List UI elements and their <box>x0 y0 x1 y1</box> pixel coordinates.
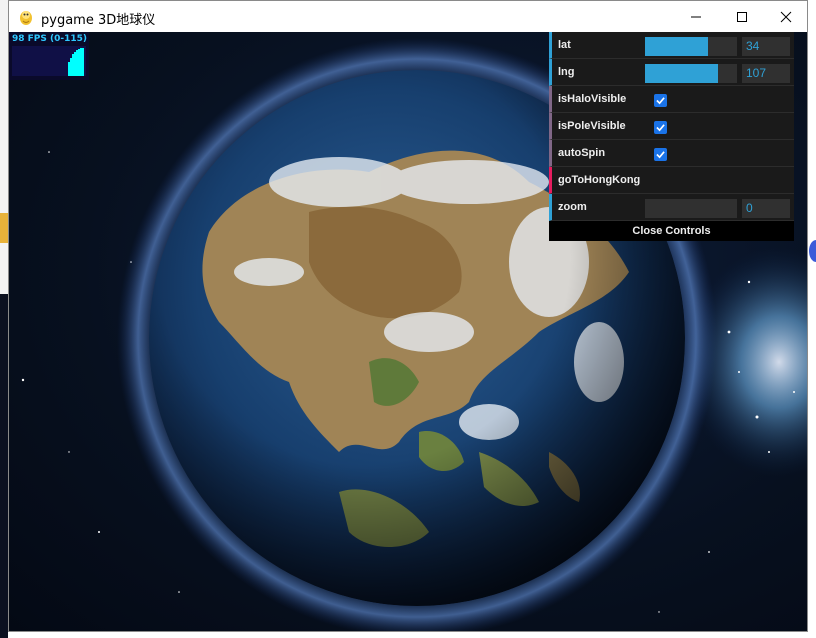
checkmark-icon <box>656 124 665 132</box>
background-app-blue-dot <box>809 240 816 262</box>
minimize-icon <box>691 16 701 17</box>
window-title: pygame 3D地球仪 <box>41 13 156 28</box>
lng-slider[interactable] <box>645 64 737 83</box>
close-icon <box>780 11 792 22</box>
pole-visible-label: isPoleVisible <box>558 120 626 132</box>
lng-slider-fill <box>645 64 718 83</box>
fps-meter[interactable]: 98 FPS (0-115) <box>9 32 89 80</box>
auto-spin-label: autoSpin <box>558 147 606 159</box>
lng-label: lng <box>558 66 575 78</box>
fps-bar <box>82 48 84 76</box>
minimize-button[interactable] <box>673 1 719 32</box>
pygame-snake-icon <box>20 11 32 25</box>
lat-input[interactable]: 34 <box>742 37 790 56</box>
halo-visible-checkbox[interactable] <box>654 94 667 107</box>
auto-spin-checkbox[interactable] <box>654 148 667 161</box>
pole-visible-checkbox[interactable] <box>654 121 667 134</box>
lat-slider-fill <box>645 37 708 56</box>
zoom-control: zoom 0 <box>549 194 794 221</box>
lng-input[interactable]: 107 <box>742 64 790 83</box>
maximize-button[interactable] <box>719 1 765 32</box>
background-app-highlight <box>0 213 8 243</box>
lng-control: lng 107 <box>549 59 794 86</box>
close-window-button[interactable] <box>763 1 809 32</box>
halo-visible-label: isHaloVisible <box>558 93 627 105</box>
lat-slider[interactable] <box>645 37 737 56</box>
controls-panel: lat 34 lng 107 isHaloVisible isPoleVisib… <box>549 32 794 241</box>
background-app-dark-panel <box>0 294 8 638</box>
checkmark-icon <box>656 151 665 159</box>
auto-spin-control: autoSpin <box>549 140 794 167</box>
zoom-slider[interactable] <box>645 199 737 218</box>
pole-visible-control: isPoleVisible <box>549 113 794 140</box>
fps-text: 98 FPS (0-115) <box>12 34 88 44</box>
zoom-label: zoom <box>558 201 587 213</box>
zoom-input[interactable]: 0 <box>742 199 790 218</box>
go-to-hong-kong-button[interactable]: goToHongKong <box>549 167 794 194</box>
maximize-icon <box>737 11 747 22</box>
checkmark-icon <box>656 97 665 105</box>
go-to-hong-kong-label: goToHongKong <box>558 174 641 186</box>
pygame-window: pygame 3D地球仪 98 FPS (0-115) lat 34 lng 1… <box>8 0 808 632</box>
title-bar[interactable]: pygame 3D地球仪 <box>9 1 807 32</box>
background-app-right-strip <box>808 0 816 638</box>
lat-control: lat 34 <box>549 32 794 59</box>
lat-label: lat <box>558 39 571 51</box>
close-controls-button[interactable]: Close Controls <box>549 221 794 241</box>
halo-visible-control: isHaloVisible <box>549 86 794 113</box>
fps-graph <box>12 46 86 76</box>
